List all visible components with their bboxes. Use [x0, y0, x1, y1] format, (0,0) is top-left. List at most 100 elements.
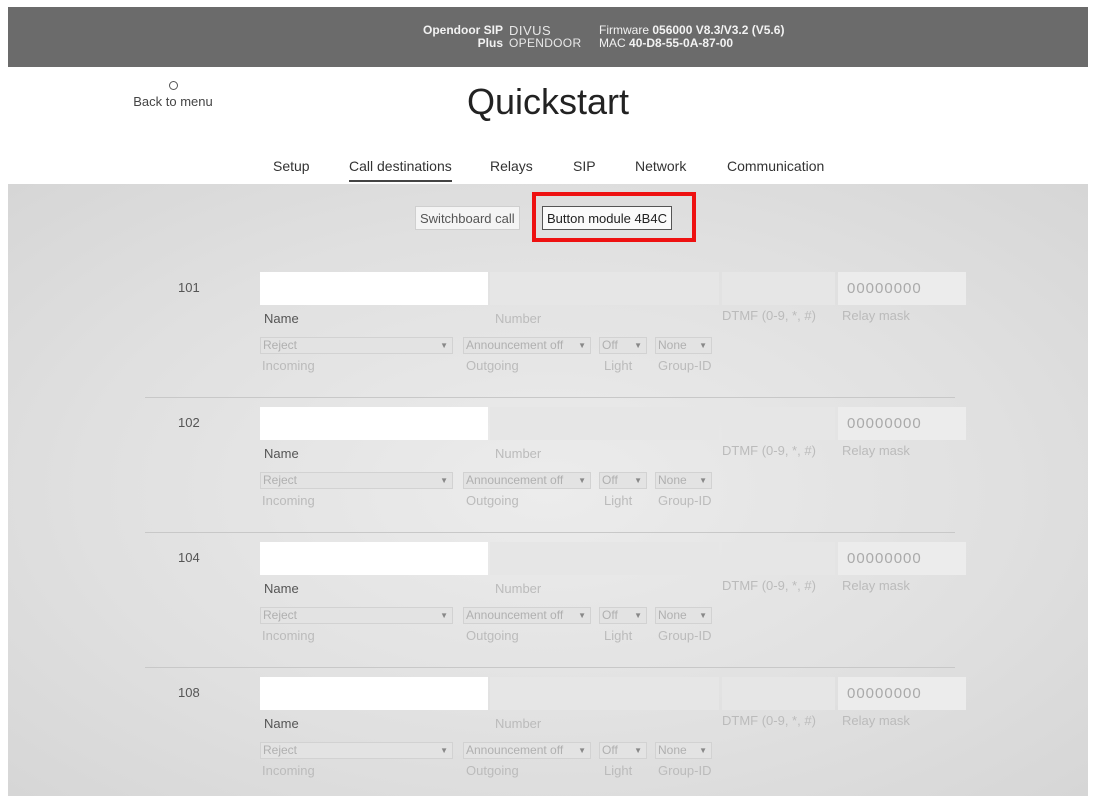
dropdown-arrow-icon: ▼ — [440, 341, 448, 350]
dtmf-label: DTMF (0-9, *, #) — [722, 308, 816, 323]
tab-communication[interactable]: Communication — [727, 158, 824, 180]
number-input[interactable] — [490, 542, 719, 575]
group-id-value: None — [658, 338, 687, 352]
incoming-value: Reject — [263, 743, 298, 757]
entry-divider — [145, 667, 955, 668]
light-value: Off — [602, 743, 618, 757]
relay-mask-label: Relay mask — [842, 578, 910, 593]
light-value: Off — [602, 338, 618, 352]
outgoing-select[interactable]: Announcement off ▼ — [463, 607, 591, 624]
light-label: Light — [604, 493, 633, 508]
relay-mask-input[interactable]: 00000000 — [838, 677, 966, 710]
number-input[interactable] — [490, 272, 719, 305]
relay-mask-input[interactable]: 00000000 — [838, 407, 966, 440]
name-input[interactable] — [260, 407, 488, 440]
entry-id: 101 — [178, 280, 200, 295]
number-label: Number — [495, 311, 542, 326]
dropdown-arrow-icon: ▼ — [699, 341, 707, 350]
number-input[interactable] — [490, 677, 719, 710]
entry-divider — [145, 397, 955, 398]
light-select[interactable]: Off ▼ — [599, 742, 647, 759]
entry-divider — [145, 532, 955, 533]
product-name-line2: Plus — [477, 36, 503, 50]
name-label: Name — [264, 581, 299, 596]
number-label: Number — [495, 446, 542, 461]
light-label: Light — [604, 358, 633, 373]
dtmf-input[interactable] — [722, 542, 835, 575]
dropdown-arrow-icon: ▼ — [634, 611, 642, 620]
light-select[interactable]: Off ▼ — [599, 472, 647, 489]
group-id-label: Group-ID — [658, 628, 712, 643]
group-id-label: Group-ID — [658, 493, 712, 508]
tab-network[interactable]: Network — [635, 158, 686, 180]
outgoing-value: Announcement off — [466, 338, 564, 352]
outgoing-value: Announcement off — [466, 473, 564, 487]
dropdown-arrow-icon: ▼ — [699, 746, 707, 755]
page-title: Quickstart — [466, 81, 630, 122]
dtmf-input[interactable] — [722, 272, 835, 305]
relay-mask-input[interactable]: 00000000 — [838, 272, 966, 305]
outgoing-value: Announcement off — [466, 608, 564, 622]
group-id-value: None — [658, 608, 687, 622]
incoming-select[interactable]: Reject ▼ — [260, 742, 453, 759]
name-label: Name — [264, 311, 299, 326]
outgoing-select[interactable]: Announcement off ▼ — [463, 337, 591, 354]
group-id-select[interactable]: None ▼ — [655, 472, 712, 489]
dropdown-arrow-icon: ▼ — [634, 476, 642, 485]
firmware-info: Firmware 056000 V8.3/V3.2 (V5.6) MAC 40-… — [599, 24, 784, 50]
logo-line2: OPENDOOR — [509, 36, 582, 50]
group-id-select[interactable]: None ▼ — [655, 337, 712, 354]
light-select[interactable]: Off ▼ — [599, 607, 647, 624]
tab-relays[interactable]: Relays — [490, 158, 533, 180]
dtmf-input[interactable] — [722, 677, 835, 710]
incoming-label: Incoming — [262, 628, 315, 643]
outgoing-select[interactable]: Announcement off ▼ — [463, 742, 591, 759]
outgoing-label: Outgoing — [466, 628, 519, 643]
content-area: Switchboard call Button module 4B4C 101 … — [8, 184, 1088, 796]
relay-mask-label: Relay mask — [842, 308, 910, 323]
incoming-select[interactable]: Reject ▼ — [260, 472, 453, 489]
destination-entry: 102 00000000 Name Number DTMF (0-9, *, #… — [8, 397, 1088, 532]
subtab-switchboard-call[interactable]: Switchboard call — [415, 206, 520, 230]
name-input[interactable] — [260, 272, 488, 305]
light-select[interactable]: Off ▼ — [599, 337, 647, 354]
relay-mask-input[interactable]: 00000000 — [838, 542, 966, 575]
dropdown-arrow-icon: ▼ — [440, 611, 448, 620]
group-id-label: Group-ID — [658, 763, 712, 778]
mac-label: MAC — [599, 36, 626, 50]
number-input[interactable] — [490, 407, 719, 440]
group-id-select[interactable]: None ▼ — [655, 742, 712, 759]
firmware-label: Firmware — [599, 23, 649, 37]
number-label: Number — [495, 581, 542, 596]
top-bar: Opendoor SIP Plus DIVUS OPENDOOR Firmwar… — [8, 7, 1088, 67]
name-label: Name — [264, 716, 299, 731]
app-frame: Opendoor SIP Plus DIVUS OPENDOOR Firmwar… — [8, 7, 1088, 796]
outgoing-label: Outgoing — [466, 358, 519, 373]
dropdown-arrow-icon: ▼ — [578, 611, 586, 620]
incoming-select[interactable]: Reject ▼ — [260, 337, 453, 354]
destination-entry: 104 00000000 Name Number DTMF (0-9, *, #… — [8, 532, 1088, 667]
tab-bar: Setup Call destinations Relays SIP Netwo… — [8, 158, 1088, 184]
entry-id: 108 — [178, 685, 200, 700]
dtmf-input[interactable] — [722, 407, 835, 440]
dropdown-arrow-icon: ▼ — [699, 476, 707, 485]
outgoing-select[interactable]: Announcement off ▼ — [463, 472, 591, 489]
dtmf-label: DTMF (0-9, *, #) — [722, 578, 816, 593]
outgoing-label: Outgoing — [466, 493, 519, 508]
incoming-select[interactable]: Reject ▼ — [260, 607, 453, 624]
group-id-label: Group-ID — [658, 358, 712, 373]
name-input[interactable] — [260, 677, 488, 710]
incoming-value: Reject — [263, 473, 298, 487]
tab-sip[interactable]: SIP — [573, 158, 596, 180]
tab-setup[interactable]: Setup — [273, 158, 310, 180]
entry-id: 102 — [178, 415, 200, 430]
dropdown-arrow-icon: ▼ — [578, 341, 586, 350]
incoming-value: Reject — [263, 608, 298, 622]
name-input[interactable] — [260, 542, 488, 575]
outgoing-value: Announcement off — [466, 743, 564, 757]
group-id-select[interactable]: None ▼ — [655, 607, 712, 624]
light-label: Light — [604, 628, 633, 643]
tab-call-destinations[interactable]: Call destinations — [349, 158, 452, 182]
group-id-value: None — [658, 473, 687, 487]
divus-logo: DIVUS OPENDOOR — [509, 24, 582, 50]
